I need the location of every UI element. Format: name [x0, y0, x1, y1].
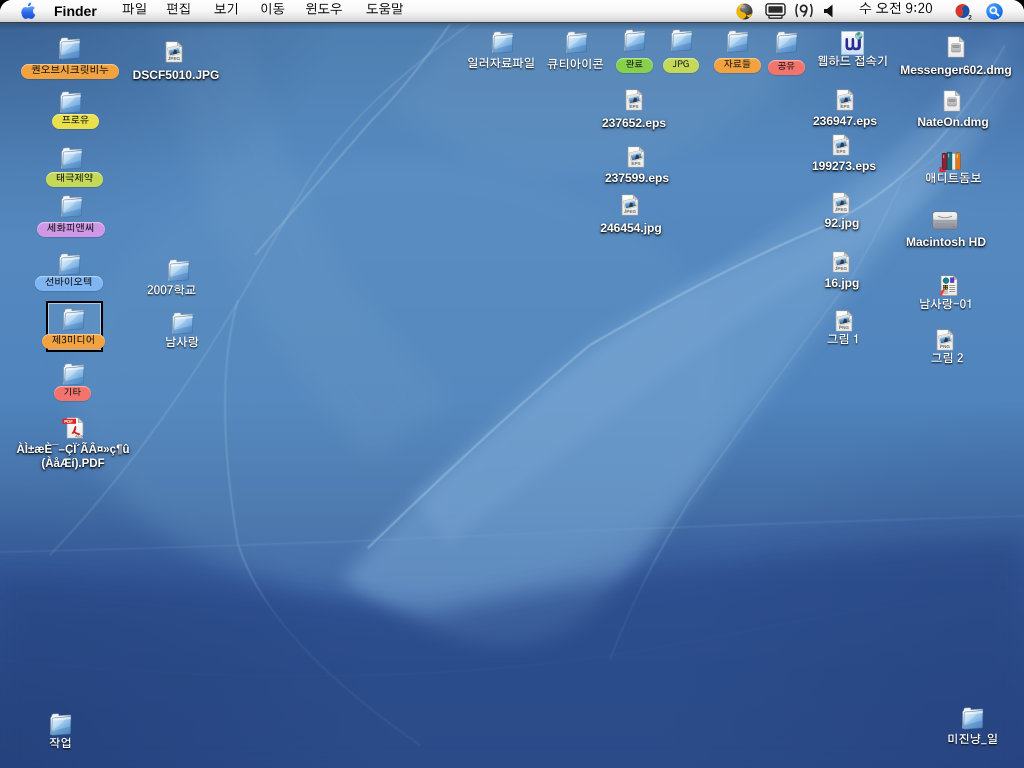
svg-text:2: 2	[968, 15, 972, 22]
